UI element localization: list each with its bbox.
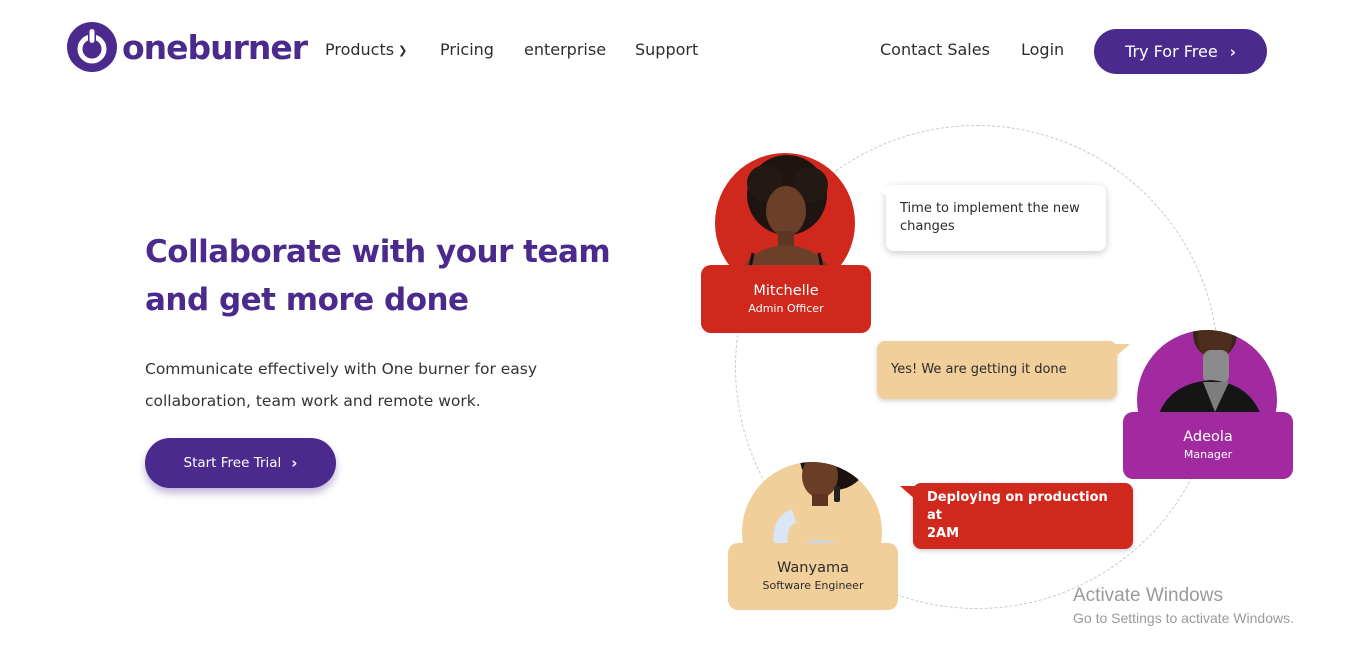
power-ring-logo-icon — [67, 22, 117, 72]
activate-windows-watermark: Activate Windows Go to Settings to activ… — [1073, 584, 1294, 628]
chat-bubble-text-line2: 2AM — [927, 526, 960, 541]
chat-bubble-text-line1: Deploying on production at — [927, 490, 1108, 523]
watermark-title: Activate Windows — [1073, 585, 1223, 606]
chevron-down-icon: ❯ — [398, 44, 408, 57]
chat-bubble-2: Yes! We are getting it done — [877, 341, 1117, 399]
hero-title-line1: Collaborate with your team — [145, 234, 611, 270]
start-free-trial-label: Start Free Trial — [183, 455, 282, 471]
person-role: Admin Officer — [748, 301, 824, 315]
bubble-tail-icon — [900, 486, 916, 500]
chevron-right-icon: › — [1229, 42, 1236, 61]
nav-login[interactable]: Login — [1021, 40, 1064, 59]
hero-subtitle: Communicate effectively with One burner … — [145, 353, 575, 417]
person-name: Adeola — [1183, 429, 1233, 445]
name-card-adeola: Adeola Manager — [1123, 412, 1293, 479]
try-for-free-label: Try For Free — [1125, 42, 1218, 61]
chat-bubble-text-line2: changes — [900, 219, 955, 234]
watermark-subtitle: Go to Settings to activate Windows. — [1073, 610, 1294, 626]
chat-bubble-1: Time to implement the new changes — [886, 185, 1106, 251]
nav-products-label: Products — [325, 40, 395, 59]
try-for-free-button[interactable]: Try For Free › — [1094, 29, 1267, 74]
nav-enterprise[interactable]: enterprise — [524, 40, 606, 59]
chat-bubble-text: Yes! We are getting it done — [891, 362, 1067, 377]
bubble-tail-icon — [1114, 344, 1130, 358]
brand-logo[interactable]: oneburner — [66, 21, 308, 73]
hero-subtitle-line1: Communicate effectively with One burner … — [145, 360, 538, 378]
chat-bubble-text-line1: Time to implement the new — [900, 201, 1080, 216]
nav-support[interactable]: Support — [635, 40, 698, 59]
chat-bubble-3: Deploying on production at 2AM — [913, 483, 1133, 549]
hero-title-line2: and get more done — [145, 282, 469, 318]
hero-subtitle-line2: collaboration, team work and remote work… — [145, 392, 481, 410]
brand-name: oneburner — [122, 27, 308, 67]
person-name: Mitchelle — [753, 282, 819, 299]
person-role: Manager — [1183, 448, 1233, 461]
start-free-trial-button[interactable]: Start Free Trial › — [145, 438, 336, 488]
chevron-right-icon: › — [291, 454, 298, 472]
nav-pricing[interactable]: Pricing — [440, 40, 494, 59]
name-card-wanyama: Wanyama Software Engineer — [728, 543, 898, 610]
person-name: Wanyama — [777, 560, 849, 576]
nav-products[interactable]: Products ❯ — [325, 40, 407, 59]
nav-contact-sales[interactable]: Contact Sales — [880, 40, 990, 59]
hero-title: Collaborate with your team and get more … — [145, 228, 665, 324]
person-role: Software Engineer — [762, 579, 864, 592]
name-card-mitchelle: Mitchelle Admin Officer — [701, 265, 871, 333]
bubble-tail-icon — [876, 186, 890, 200]
